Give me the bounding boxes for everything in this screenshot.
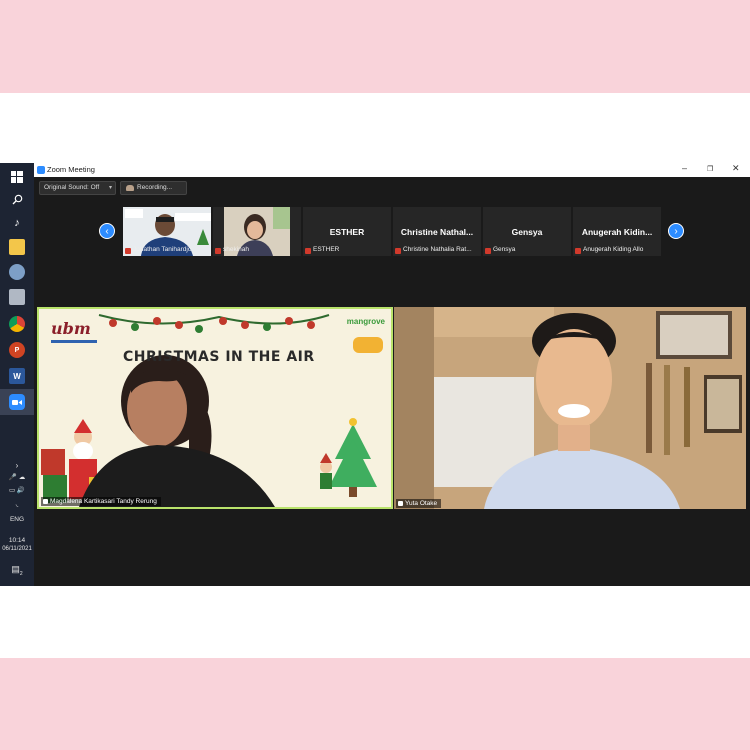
notification-count: 2 [19, 570, 23, 577]
participant-thumb[interactable]: shekinah [213, 207, 301, 256]
participant-thumb[interactable]: ESTHER ESTHER [303, 207, 391, 256]
zoom-logo-icon [37, 166, 45, 174]
zoom-window: Zoom Meeting – ❐ ✕ Original Sound: Off ▾… [34, 163, 750, 586]
participant-label: Christine Nathalia Rat... [403, 246, 472, 253]
word-icon[interactable]: W [9, 368, 25, 384]
participant-thumb[interactable]: Christine Nathal... Christine Nathalia R… [393, 207, 481, 256]
chrome-icon[interactable] [9, 316, 25, 332]
mic-muted-icon [305, 248, 311, 254]
mic-muted-icon [395, 248, 401, 254]
chevron-down-icon: ▾ [108, 185, 112, 191]
frame-bottom [0, 586, 750, 658]
folder-icon[interactable] [9, 239, 25, 255]
ubm-logo: ubm [51, 319, 91, 338]
participant-name-label: Magdalena Kartikasari Tandy Rerung [41, 497, 161, 506]
app-icon-2[interactable] [9, 289, 25, 305]
participant-thumb[interactable]: Jonathan Tanihardjo [123, 207, 211, 256]
search-icon[interactable] [9, 191, 25, 207]
participant-name: Magdalena Kartikasari Tandy Rerung [50, 498, 157, 505]
mic-muted-icon [215, 248, 221, 254]
language-indicator[interactable]: ENG [0, 516, 34, 523]
participant-name-label: Yuta Otake [396, 499, 442, 508]
pin-icon [43, 499, 48, 504]
chevron-right-icon[interactable]: › [668, 223, 684, 239]
chevron-left-icon[interactable]: ‹ [99, 223, 115, 239]
original-sound-dropdown[interactable]: Original Sound: Off ▾ [39, 181, 116, 195]
minimize-button[interactable]: – [682, 163, 687, 173]
participant-thumb[interactable]: Anugerah Kidin... Anugerah Kiding Allo [573, 207, 661, 256]
zoom-icon[interactable] [9, 394, 25, 410]
participant-label: ESTHER [313, 246, 340, 253]
ubm-logo-underline [51, 340, 97, 343]
restore-button[interactable]: ❐ [707, 165, 713, 173]
cloud-recording-icon [126, 185, 134, 191]
recording-indicator[interactable]: Recording... [120, 181, 187, 195]
windows-icon[interactable] [9, 169, 25, 185]
participant-video [394, 307, 746, 509]
original-sound-label: Original Sound: Off [44, 184, 100, 191]
title-bar: Zoom Meeting – ❐ ✕ [34, 163, 750, 177]
participant-name: Yuta Otake [405, 500, 438, 507]
active-speaker-tile[interactable]: ubm mangrove CHRISTMAS IN THE AIR Magdal… [37, 307, 393, 509]
tray-icons[interactable]: 🎤 ☁ [0, 473, 34, 481]
app-icon[interactable] [9, 264, 25, 280]
mangrove-logo: mangrove [346, 317, 385, 326]
participant-tile[interactable]: Yuta Otake [394, 307, 746, 509]
participant-label: Anugerah Kiding Allo [583, 246, 644, 253]
participant-thumb[interactable]: Gensya Gensya [483, 207, 571, 256]
mic-muted-icon [125, 248, 131, 254]
show-hidden-icons[interactable]: › [0, 461, 34, 470]
tray-icons-2[interactable]: ▭ 🔊 [0, 486, 34, 494]
participant-label: Jonathan Tanihardjo [133, 246, 192, 253]
windows-taskbar: ♪ P W › 🎤 ☁ ▭ 🔊 ◟ ENG 10:14 06/11/2021 ▤… [0, 163, 34, 586]
speaker-video [39, 309, 391, 507]
participant-label: shekinah [223, 246, 250, 253]
music-icon[interactable]: ♪ [9, 215, 25, 231]
participant-name: ESTHER [329, 227, 365, 237]
wifi-icon[interactable]: ◟ [0, 500, 34, 508]
participant-label: Gensya [493, 246, 516, 253]
clock-time[interactable]: 10:14 [0, 537, 34, 544]
background-top [0, 0, 750, 93]
event-badge-logo [353, 337, 383, 353]
notification-icon[interactable]: ▤2 [0, 564, 34, 577]
participant-name: Anugerah Kidin... [581, 227, 653, 237]
mic-muted-icon [575, 248, 581, 254]
frame-top [0, 93, 750, 163]
participant-name: Gensya [511, 227, 543, 237]
mic-muted-icon [485, 248, 491, 254]
pin-icon [398, 501, 403, 506]
participant-name: Christine Nathal... [400, 227, 474, 237]
background-bottom [0, 658, 750, 750]
powerpoint-icon[interactable]: P [9, 342, 25, 358]
close-button[interactable]: ✕ [732, 163, 740, 174]
recording-label: Recording... [137, 184, 173, 191]
window-title: Zoom Meeting [47, 165, 95, 174]
meeting-toolbar: Original Sound: Off ▾ Recording... [34, 177, 750, 207]
clock-date[interactable]: 06/11/2021 [0, 546, 34, 552]
virtual-background-title: CHRISTMAS IN THE AIR [123, 349, 315, 365]
